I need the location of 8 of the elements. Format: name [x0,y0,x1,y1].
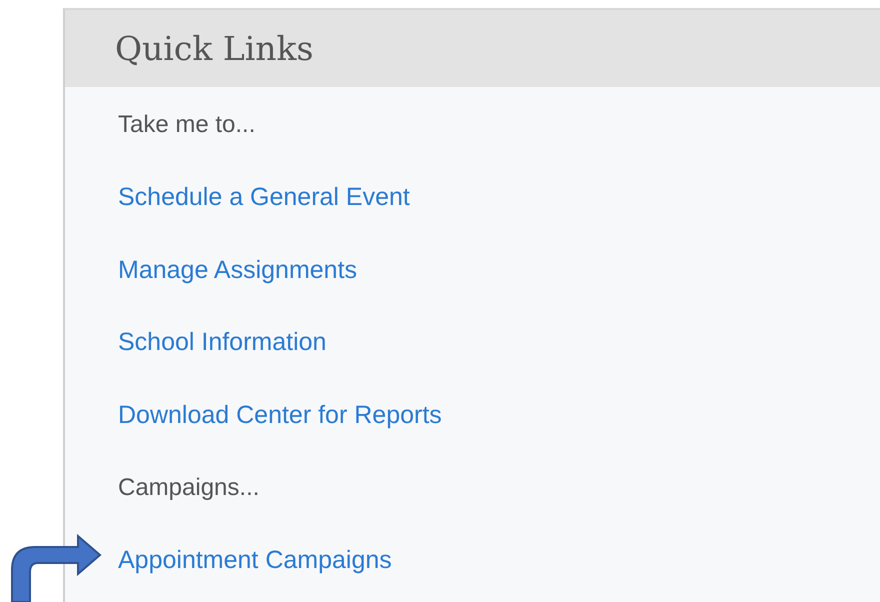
quick-link[interactable]: School Information [118,328,326,358]
quick-link[interactable]: Manage Assignments [118,256,358,285]
panel-title: Quick Links [115,29,314,68]
quick-link[interactable]: Schedule a General Event [118,183,410,212]
quick-link[interactable]: Appointment Campaigns [118,546,392,575]
section-label: Campaigns... [118,474,260,502]
section-label: Take me to... [118,111,256,140]
quick-link[interactable]: Download Center for Reports [118,400,442,430]
